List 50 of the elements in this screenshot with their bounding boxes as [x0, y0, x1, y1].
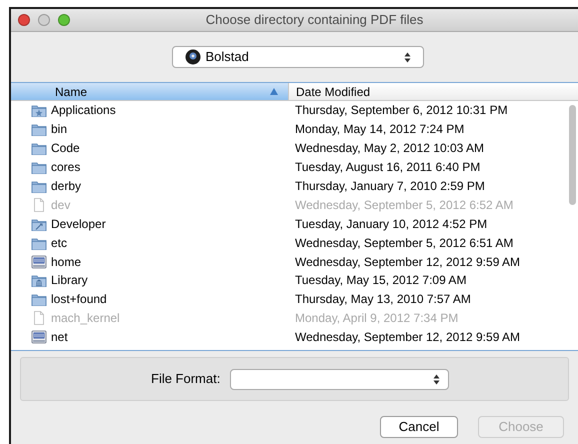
file-row[interactable]: etc Wednesday, September 5, 2012 6:51 AM [11, 233, 578, 252]
file-row[interactable]: home Wednesday, September 12, 2012 9:59 AM [11, 252, 578, 272]
zoom-button[interactable] [58, 14, 70, 26]
date-modified: Monday, May 14, 2012 7:24 PM [294, 121, 464, 138]
date-modified: Wednesday, September 12, 2012 9:59 AM [294, 329, 520, 346]
file-row[interactable]: cores Tuesday, August 16, 2011 6:40 PM [11, 158, 578, 177]
scrollbar-thumb[interactable] [569, 105, 576, 205]
file-name: net [51, 329, 68, 346]
file-name: etc [51, 234, 68, 252]
disk-icon [184, 49, 200, 65]
window-title: Choose directory containing PDF files [204, 11, 424, 30]
file-name: dev [51, 196, 70, 214]
file-row[interactable]: Library Tuesday, May 15, 2012 7:09 AM [11, 271, 578, 290]
date-modified: Thursday, January 7, 2010 2:59 PM [294, 178, 485, 195]
column-header[interactable]: Name [11, 83, 288, 100]
file-row[interactable]: derby Thursday, January 7, 2010 2:59 PM [11, 176, 578, 196]
file-name: Applications [51, 102, 116, 120]
date-modified: Thursday, May 13, 2010 7:57 AM [294, 291, 471, 308]
file-row[interactable]: net Wednesday, September 12, 2012 9:59 AM [11, 328, 578, 347]
date-modified: Tuesday, May 15, 2012 7:09 AM [294, 272, 466, 290]
file-name: Developer [51, 216, 106, 233]
column-header[interactable]: Date Modified [288, 83, 578, 100]
file-format-popup[interactable] [230, 368, 450, 390]
file-row[interactable]: Developer Tuesday, January 10, 2012 4:52 PM [11, 214, 578, 234]
file-name: Code [51, 140, 80, 158]
stepper-arrows-icon [433, 374, 440, 384]
file-name: mach_kernel [51, 310, 120, 328]
file-name: home [51, 254, 82, 271]
file-name: Library [51, 272, 88, 290]
date-modified: Wednesday, September 12, 2012 9:59 AM [294, 254, 520, 271]
file-row[interactable]: Applications Thursday, September 6, 2012 10:31 PM [11, 101, 578, 120]
date-modified: Monday, April 9, 2012 7:34 PM [294, 310, 458, 328]
dialog-button[interactable]: Cancel [380, 416, 458, 438]
date-modified: Wednesday, September 5, 2012 6:52 AM [294, 196, 514, 214]
file-row[interactable]: bin Monday, May 14, 2012 7:24 PM [11, 120, 578, 139]
stepper-arrows-icon [404, 52, 410, 62]
close-button[interactable] [18, 14, 30, 26]
file-row[interactable]: Code Wednesday, May 2, 2012 10:03 AM [11, 138, 578, 158]
location-popup[interactable]: Bolstad [172, 46, 424, 68]
date-modified: Tuesday, January 10, 2012 4:52 PM [294, 216, 488, 233]
date-modified: Thursday, September 6, 2012 10:31 PM [294, 102, 508, 120]
date-modified: Wednesday, May 2, 2012 10:03 AM [294, 140, 484, 158]
file-format-label: File Format: [151, 370, 220, 388]
date-modified: Wednesday, September 5, 2012 6:51 AM [294, 234, 514, 252]
file-row[interactable]: lost+found Thursday, May 13, 2010 7:57 AM [11, 290, 578, 309]
file-name: derby [51, 178, 82, 195]
file-name: lost+found [51, 291, 107, 308]
date-modified: Tuesday, August 16, 2011 6:40 PM [294, 159, 480, 176]
file-name: cores [51, 159, 80, 176]
file-name: bin [51, 121, 68, 138]
